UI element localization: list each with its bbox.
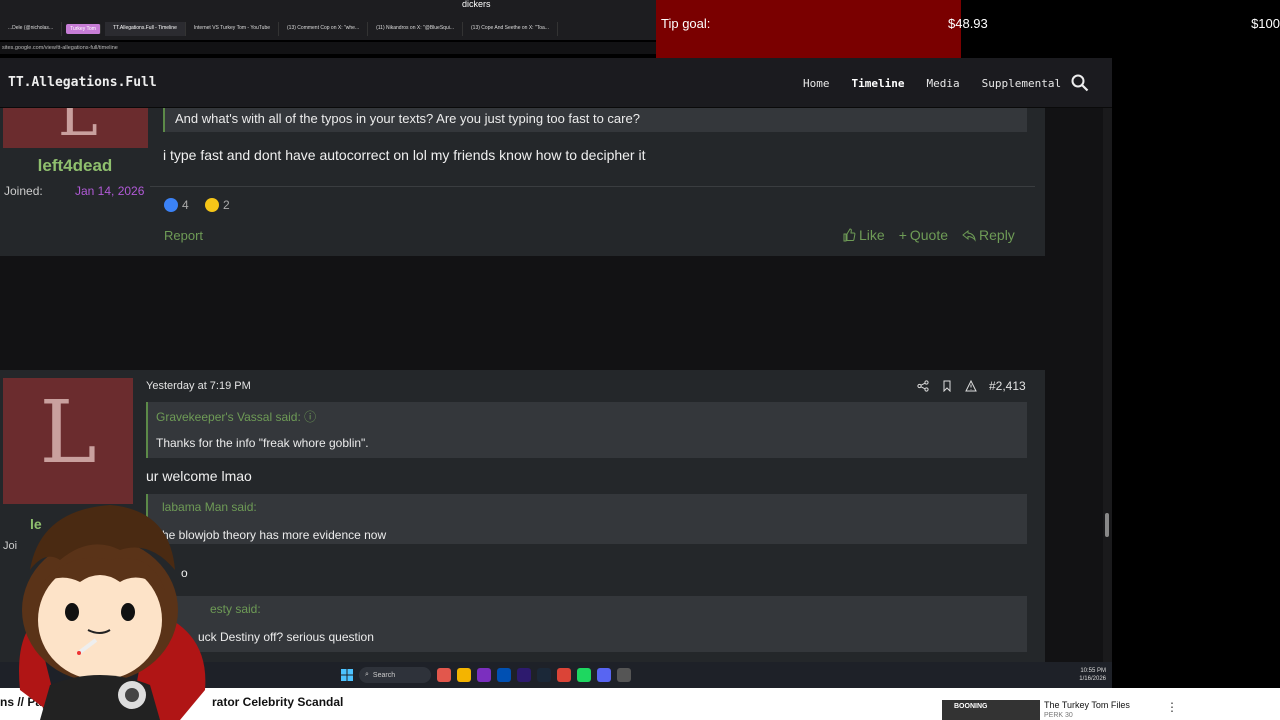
post-number[interactable]: #2,413 — [989, 379, 1026, 393]
quote-author[interactable]: Gravekeeper's Vassal said: ⓘ — [156, 408, 316, 425]
bookmark-icon[interactable] — [941, 380, 953, 392]
thinking-reaction-icon — [205, 198, 219, 212]
quote-block: And what's with all of the typos in your… — [163, 108, 1027, 132]
like-button[interactable]: Like — [842, 227, 885, 243]
post-timestamp[interactable]: Yesterday at 7:19 PM — [146, 380, 251, 392]
browser-tab[interactable]: (11) Nikandros on X: "@BlueSqui... — [368, 22, 464, 36]
tip-goal-current: $48.93 — [948, 16, 988, 31]
video-title[interactable]: The Turkey Tom Files — [1044, 700, 1130, 710]
nav-supplemental[interactable]: Supplemental — [982, 77, 1061, 90]
forum-post: L left4dead Joined: Jan 14, 2026 And wha… — [0, 108, 1045, 256]
video-thumbnail[interactable]: BOONING — [942, 700, 1040, 720]
browser-tabbar: dickers ...Dele (@nicholas... Turkey Tom… — [0, 0, 656, 40]
video-subtitle: PERK 30 — [1044, 712, 1073, 719]
site-navbar: TT.Allegations.Full Home Timeline Media … — [0, 58, 1112, 108]
tab-strip: ...Dele (@nicholas... Turkey Tom TT.Alle… — [0, 22, 558, 36]
steam-icon[interactable] — [537, 668, 551, 682]
clock-time: 10:55 PM — [1080, 668, 1106, 674]
browser-tab[interactable]: (13) Comment Cop on X: "whe... — [279, 22, 369, 36]
tip-goal-label: Tip goal: — [661, 16, 711, 31]
quote-block: Gravekeeper's Vassal said: ⓘ Thanks for … — [146, 402, 1027, 458]
divider — [150, 186, 1035, 187]
quote-block: esty said: uck Destiny off? serious ques… — [146, 596, 1027, 652]
app-icon[interactable] — [617, 668, 631, 682]
thumbnail-text: BOONING — [954, 703, 988, 710]
address-bar[interactable]: sites.google.com/view/tt-allegations-ful… — [0, 42, 656, 54]
windows-start-icon[interactable] — [341, 669, 353, 681]
nav-timeline[interactable]: Timeline — [852, 77, 905, 90]
tip-goal-target: $100 — [1251, 16, 1280, 31]
thumbs-up-icon — [843, 228, 856, 242]
tab-group-badge[interactable]: Turkey Tom — [66, 24, 101, 34]
post-message: i type fast and dont have autocorrect on… — [163, 147, 646, 163]
reply-icon — [962, 229, 976, 242]
nav-links: Home Timeline Media Supplemental — [803, 77, 1061, 90]
reaction-count: 2 — [223, 198, 230, 212]
streamer-mascot-icon — [19, 505, 206, 720]
nav-media[interactable]: Media — [926, 77, 959, 90]
ticker-middle-text: rator Celebrity Scandal — [212, 695, 344, 709]
reaction-thinking[interactable]: 2 — [205, 198, 230, 212]
browser-tab-active[interactable]: TT.Allegations.Full - Timeline — [104, 22, 186, 36]
taskbar-icons: ⌕ Search — [341, 667, 631, 683]
post-username[interactable]: left4dead — [0, 156, 150, 176]
search-icon[interactable] — [1071, 74, 1089, 92]
arrow-up-circle-icon[interactable]: ⓘ — [304, 410, 316, 424]
avatar[interactable]: L — [3, 108, 148, 148]
premiere-icon[interactable] — [517, 668, 531, 682]
reply-label: Reply — [979, 227, 1015, 243]
reaction-like[interactable]: 4 — [164, 198, 189, 212]
joined-label: Joined: — [4, 184, 43, 198]
share-icon[interactable] — [917, 380, 929, 392]
spotify-icon[interactable] — [577, 668, 591, 682]
browser-tab[interactable]: (13) Cope And Seethe on X: "Toa... — [463, 22, 558, 36]
quote-button[interactable]: + Quote — [899, 227, 948, 243]
app-icon[interactable] — [477, 668, 491, 682]
discord-icon[interactable] — [597, 668, 611, 682]
plus-icon: + — [898, 227, 907, 243]
app-icon[interactable] — [437, 668, 451, 682]
browser-tab[interactable]: ...Dele (@nicholas... — [0, 22, 63, 36]
reply-button[interactable]: Reply — [962, 227, 1015, 243]
post-tools: #2,413 — [917, 379, 1026, 393]
address-url: sites.google.com/view/tt-allegations-ful… — [2, 45, 118, 51]
clock-date: 1/16/2026 — [1079, 676, 1106, 682]
warning-icon[interactable] — [965, 380, 977, 392]
post-actions: Like + Quote Reply — [842, 227, 1015, 243]
scrollbar-thumb[interactable] — [1105, 513, 1109, 537]
tip-goal-overlay: Tip goal: $48.93 $100 — [656, 0, 1280, 58]
chrome-icon[interactable] — [557, 668, 571, 682]
taskbar-search[interactable]: ⌕ Search — [359, 667, 431, 683]
quote-author-text: Gravekeeper's Vassal said: — [156, 410, 301, 424]
browser-tab[interactable]: Internet VS Turkey Tom - YouTube — [186, 22, 280, 36]
like-label: Like — [859, 227, 885, 243]
joined-date: Jan 14, 2026 — [75, 184, 145, 198]
photoshop-icon[interactable] — [497, 668, 511, 682]
report-link[interactable]: Report — [164, 228, 203, 243]
like-reaction-icon — [164, 198, 178, 212]
reaction-count: 4 — [182, 198, 189, 212]
avatar-letter: L — [58, 108, 98, 148]
scrollbar[interactable] — [1103, 108, 1112, 662]
quote-label: Quote — [909, 227, 949, 243]
quote-body: Thanks for the info "freak whore goblin"… — [156, 436, 369, 450]
search-icon: ⌕ — [365, 671, 369, 678]
taskbar-search-label: Search — [372, 671, 396, 679]
site-brand[interactable]: TT.Allegations.Full — [8, 75, 157, 90]
file-explorer-icon[interactable] — [457, 668, 471, 682]
avatar[interactable]: L — [3, 378, 133, 504]
avatar-letter: L — [39, 383, 97, 483]
nav-home[interactable]: Home — [803, 77, 830, 90]
post-message: ur welcome lmao — [146, 468, 252, 484]
more-options-icon[interactable]: ⋮ — [1166, 700, 1178, 714]
quote-body: And what's with all of the typos in your… — [175, 111, 640, 126]
window-title: dickers — [462, 0, 491, 9]
quote-block: labama Man said: he blowjob theory has m… — [146, 494, 1027, 544]
taskbar-clock[interactable]: 10:55 PM 1/16/2026 — [1079, 667, 1106, 683]
